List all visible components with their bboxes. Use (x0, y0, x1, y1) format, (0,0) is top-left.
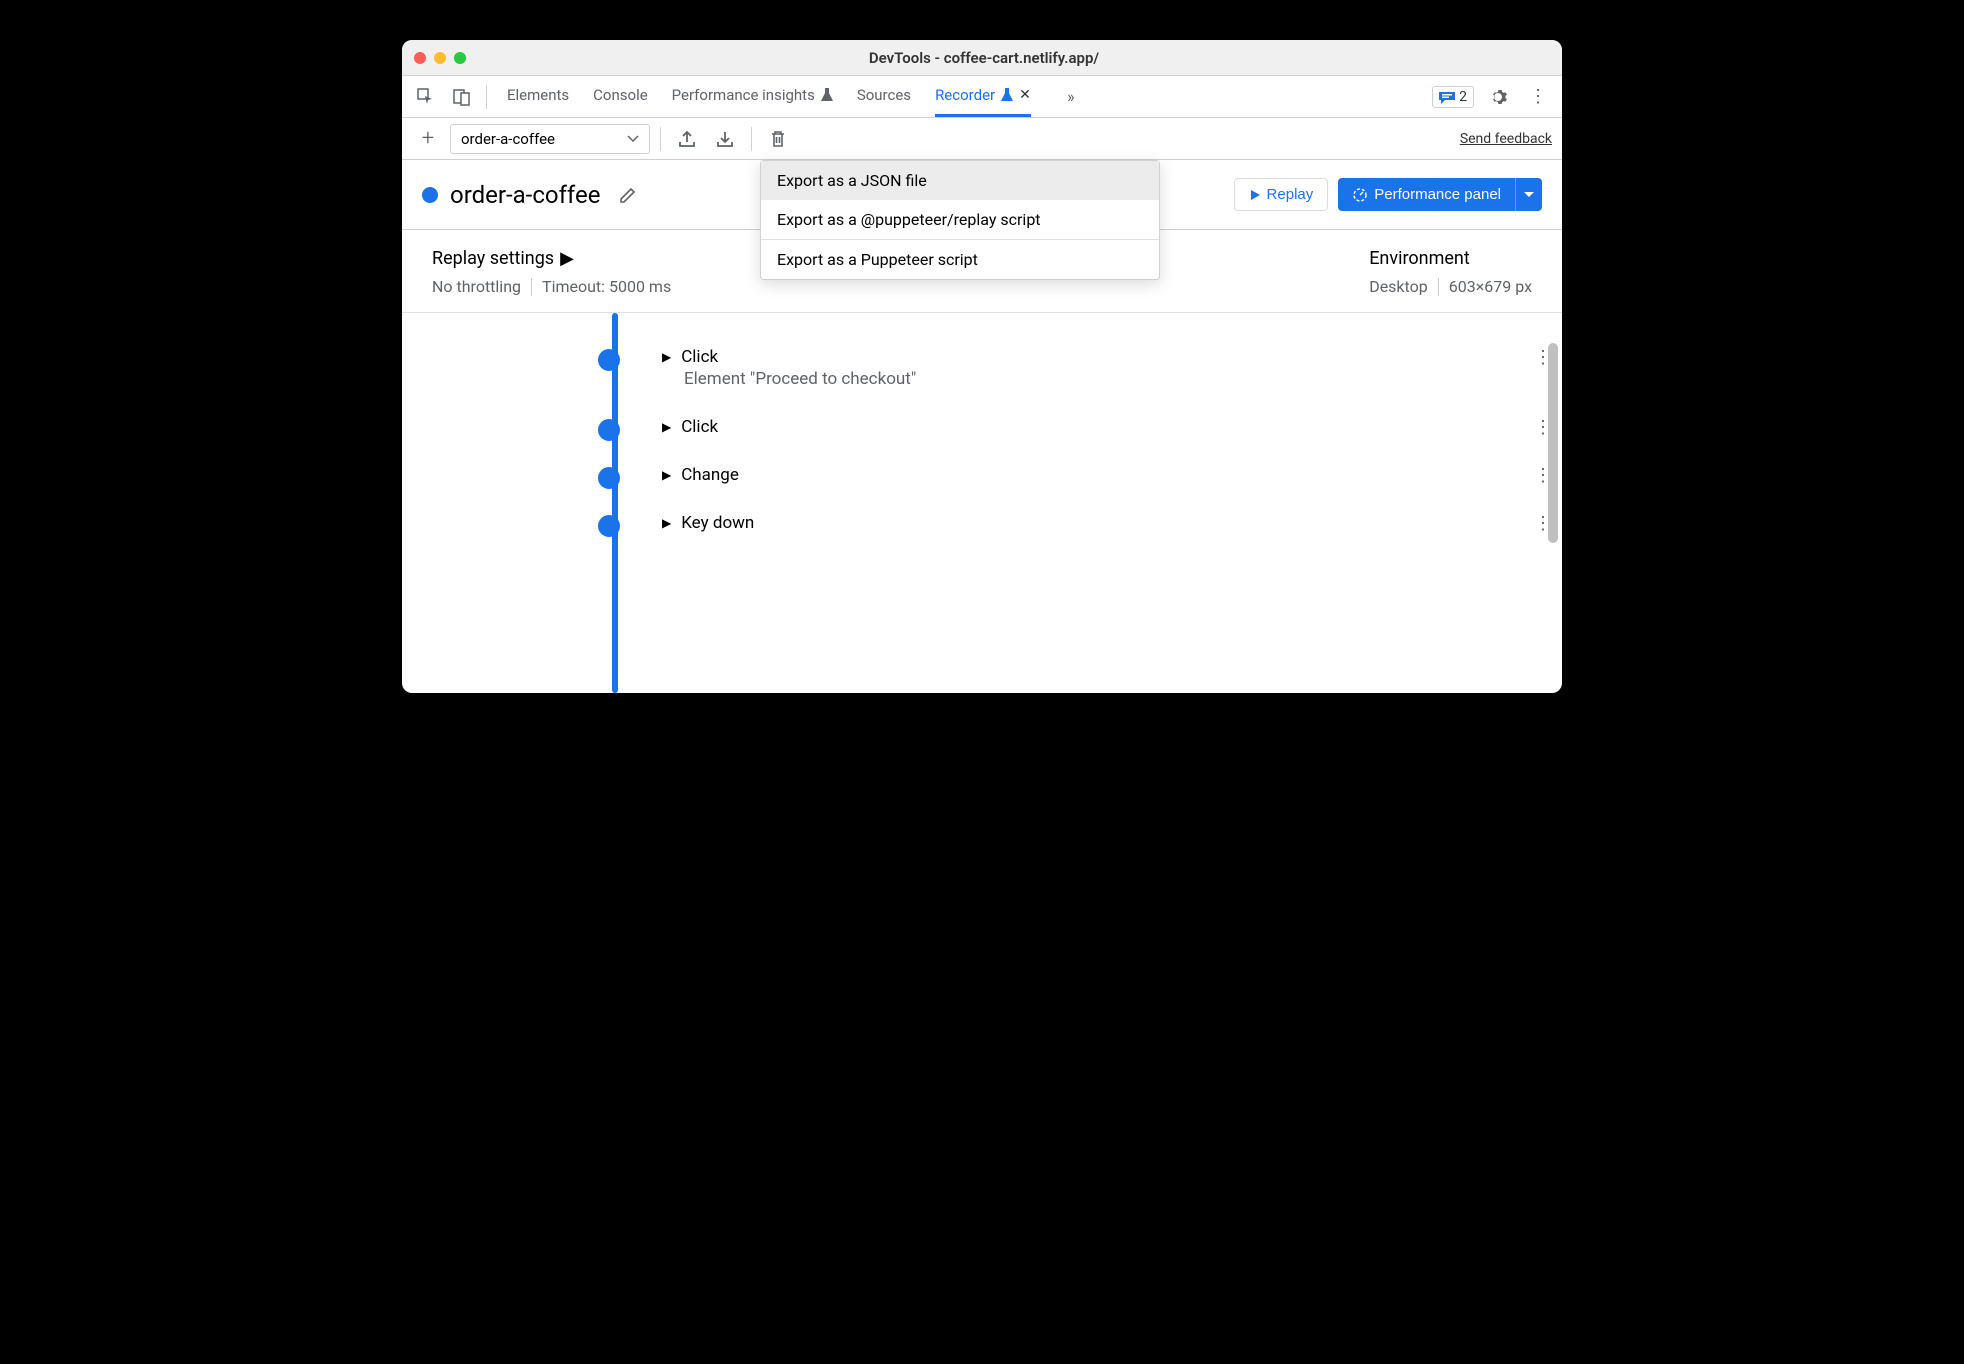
replay-settings-toggle[interactable]: Replay settings ▶ (432, 248, 671, 269)
caret-right-icon: ▶ (560, 248, 574, 269)
issues-badge[interactable]: 2 (1432, 86, 1474, 108)
gauge-icon (1352, 187, 1368, 203)
divider (1438, 278, 1439, 296)
steps-timeline: ▶ Click Element "Proceed to checkout" ⋮ … (402, 313, 1562, 693)
divider (486, 85, 487, 109)
step-dot (598, 419, 620, 441)
environment-values: Desktop 603×679 px (1369, 277, 1532, 296)
replay-settings: Replay settings ▶ No throttling Timeout:… (432, 248, 671, 296)
inspect-element-icon[interactable] (410, 81, 442, 113)
play-icon (1249, 189, 1261, 201)
chevron-down-icon (627, 135, 639, 143)
replay-settings-label: Replay settings (432, 248, 554, 269)
timeout-value[interactable]: Timeout: 5000 ms (542, 277, 671, 296)
tab-label: Performance insights (672, 86, 815, 104)
perf-panel-label: Performance panel (1374, 186, 1501, 203)
divider (660, 127, 661, 151)
settings-gear-icon[interactable] (1482, 81, 1514, 113)
performance-panel-split-button: Performance panel (1338, 178, 1542, 211)
tab-recorder[interactable]: Recorder ✕ (935, 76, 1031, 117)
close-window-button[interactable] (414, 52, 426, 64)
devtools-window: DevTools - coffee-cart.netlify.app/ Elem… (402, 40, 1562, 693)
caret-right-icon: ▶ (662, 350, 671, 364)
environment-label: Environment (1369, 248, 1532, 269)
replay-label: Replay (1267, 186, 1314, 203)
tab-label: Recorder (935, 86, 995, 104)
step-item[interactable]: ▶ Click Element "Proceed to checkout" ⋮ (602, 333, 1532, 403)
caret-right-icon: ▶ (662, 516, 671, 530)
scrollbar-thumb[interactable] (1548, 343, 1558, 543)
step-title: Key down (681, 513, 754, 533)
window-title: DevTools - coffee-cart.netlify.app/ (466, 49, 1502, 67)
throttling-value[interactable]: No throttling (432, 277, 521, 296)
step-dot (598, 349, 620, 371)
maximize-window-button[interactable] (454, 52, 466, 64)
replay-settings-values: No throttling Timeout: 5000 ms (432, 277, 671, 296)
step-dot (598, 467, 620, 489)
send-feedback-link[interactable]: Send feedback (1460, 131, 1552, 147)
tab-performance-insights[interactable]: Performance insights (672, 76, 833, 117)
import-icon[interactable] (709, 123, 741, 155)
recording-status-dot (422, 187, 438, 203)
recording-header: order-a-coffee Replay Performance panel (402, 160, 1562, 230)
issues-count: 2 (1459, 89, 1467, 105)
step-title: Click (681, 347, 718, 367)
step-subtitle: Element "Proceed to checkout" (684, 369, 1532, 389)
devtools-tabs-row: Elements Console Performance insights So… (402, 76, 1562, 118)
export-puppeteer-item[interactable]: Export as a Puppeteer script (761, 240, 1159, 279)
divider (751, 127, 752, 151)
performance-panel-dropdown[interactable] (1515, 178, 1542, 211)
step-item[interactable]: ▶ Key down ⋮ (602, 499, 1532, 547)
step-dot (598, 515, 620, 537)
caret-right-icon: ▶ (662, 420, 671, 434)
tab-elements[interactable]: Elements (507, 76, 569, 117)
delete-icon[interactable] (762, 123, 794, 155)
step-title: Change (681, 465, 739, 485)
recorder-toolbar: + order-a-coffee Send feedback (402, 118, 1562, 160)
recording-title: order-a-coffee (450, 181, 600, 209)
step-item[interactable]: ▶ Change ⋮ (602, 451, 1532, 499)
tab-sources[interactable]: Sources (857, 76, 911, 117)
edit-title-icon[interactable] (612, 179, 644, 211)
divider (531, 278, 532, 296)
flask-icon (821, 88, 833, 102)
recording-actions: Replay Performance panel (1234, 178, 1542, 211)
flask-icon (1001, 88, 1013, 102)
recording-name: order-a-coffee (461, 130, 555, 148)
export-json-item[interactable]: Export as a JSON file (761, 161, 1159, 200)
close-tab-icon[interactable]: ✕ (1019, 87, 1031, 103)
recording-dropdown[interactable]: order-a-coffee (450, 124, 650, 154)
devtools-tabs: Elements Console Performance insights So… (495, 76, 1428, 117)
tabs-right-controls: 2 ⋮ (1432, 81, 1554, 113)
caret-right-icon: ▶ (662, 468, 671, 482)
more-tabs-icon[interactable]: » (1055, 81, 1087, 113)
new-recording-icon[interactable]: + (412, 123, 444, 155)
performance-panel-button[interactable]: Performance panel (1338, 178, 1515, 211)
export-puppeteer-replay-item[interactable]: Export as a @puppeteer/replay script (761, 200, 1159, 239)
window-titlebar: DevTools - coffee-cart.netlify.app/ (402, 40, 1562, 76)
export-menu: Export as a JSON file Export as a @puppe… (760, 160, 1160, 280)
tab-console[interactable]: Console (593, 76, 648, 117)
more-menu-icon[interactable]: ⋮ (1522, 81, 1554, 113)
step-item[interactable]: ▶ Click ⋮ (602, 403, 1532, 451)
export-icon[interactable] (671, 123, 703, 155)
step-title: Click (681, 417, 718, 437)
minimize-window-button[interactable] (434, 52, 446, 64)
traffic-lights (414, 52, 466, 64)
device-toggle-icon[interactable] (446, 81, 478, 113)
device-value: Desktop (1369, 277, 1428, 296)
environment-settings: Environment Desktop 603×679 px (1369, 248, 1532, 296)
viewport-value: 603×679 px (1449, 277, 1532, 296)
replay-button[interactable]: Replay (1234, 178, 1329, 211)
